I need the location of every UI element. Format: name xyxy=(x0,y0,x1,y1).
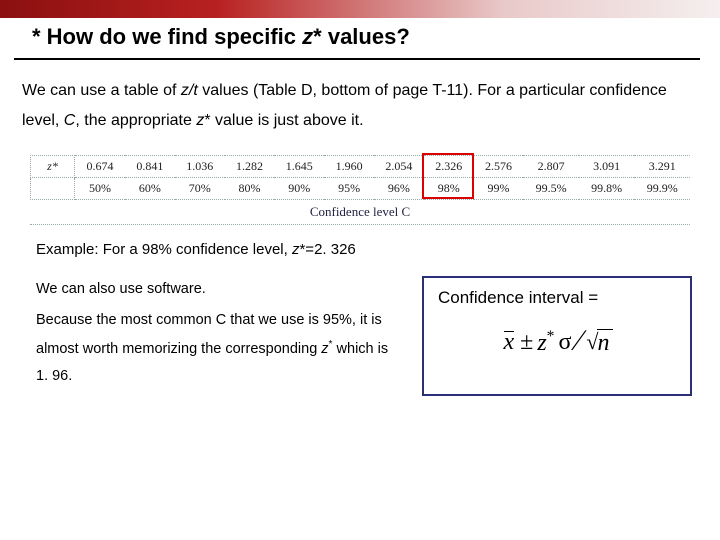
z-cell-highlighted: 2.326 xyxy=(424,155,474,177)
z-cell: 3.291 xyxy=(634,155,690,177)
z-cell: 0.674 xyxy=(75,155,126,177)
c-row: 50% 60% 70% 80% 90% 95% 96% 98% 99% 99.5… xyxy=(31,177,691,199)
z-row: z* 0.674 0.841 1.036 1.282 1.645 1.960 2… xyxy=(31,155,691,177)
intro-zt: z/t xyxy=(181,82,198,99)
c-cell: 99.8% xyxy=(579,177,635,199)
heading-prefix: * How do we find specific xyxy=(32,24,302,49)
c-cell: 80% xyxy=(225,177,275,199)
memorize-line: Because the most common C that we use is… xyxy=(36,307,402,390)
c-cell: 50% xyxy=(75,177,126,199)
ci-label: Confidence interval = xyxy=(438,288,676,308)
x-bar: x xyxy=(502,329,517,356)
c-cell: 99.5% xyxy=(523,177,579,199)
c-cell: 60% xyxy=(125,177,175,199)
mem-a: Because the most common C that we use is… xyxy=(36,312,382,356)
heading-z: z xyxy=(302,24,313,49)
z-cell: 2.054 xyxy=(374,155,424,177)
c-cell: 95% xyxy=(324,177,374,199)
formula-z: z* xyxy=(537,328,554,357)
c-row-label xyxy=(31,177,75,199)
example-t2: *=2. 326 xyxy=(299,241,355,258)
bottom-row: We can also use software. Because the mo… xyxy=(36,276,692,396)
z-cell: 2.576 xyxy=(474,155,524,177)
heading-suffix: * values? xyxy=(313,24,410,49)
example-line: Example: For a 98% confidence level, z*=… xyxy=(36,241,720,258)
z-cell: 1.036 xyxy=(175,155,225,177)
z-row-label: z* xyxy=(31,155,75,177)
c-cell: 96% xyxy=(374,177,424,199)
z-cell: 1.960 xyxy=(324,155,374,177)
slide-heading: * How do we find specific z* values? xyxy=(14,18,700,60)
c-cell: 70% xyxy=(175,177,225,199)
intro-C: C xyxy=(64,112,76,129)
formula-n: n xyxy=(597,329,613,357)
z-table-wrap: z* 0.674 0.841 1.036 1.282 1.645 1.960 2… xyxy=(30,155,690,225)
c-cell: 99.9% xyxy=(634,177,690,199)
intro-t1: We can use a table of xyxy=(22,82,181,99)
table-caption: Confidence level C xyxy=(30,204,690,225)
z-cell: 1.282 xyxy=(225,155,275,177)
plus-minus: ± xyxy=(520,329,533,356)
slash-icon: ∕ xyxy=(575,324,582,358)
formula-z-letter: z xyxy=(537,330,546,356)
left-text-block: We can also use software. Because the mo… xyxy=(36,276,402,395)
c-cell-highlighted: 98% xyxy=(424,177,474,199)
c-cell: 90% xyxy=(274,177,324,199)
z-cell: 1.645 xyxy=(274,155,324,177)
intro-t3: , the appropriate xyxy=(75,112,196,129)
z-cell: 0.841 xyxy=(125,155,175,177)
software-line: We can also use software. xyxy=(36,276,402,304)
ci-formula: x ± z* σ ∕ √ n xyxy=(438,320,676,360)
example-t1: Example: For a 98% confidence level, xyxy=(36,241,292,258)
formula-sigma: σ xyxy=(558,329,571,356)
sqrt-n: √ n xyxy=(586,329,612,357)
z-cell: 3.091 xyxy=(579,155,635,177)
formula-z-star: * xyxy=(547,328,555,345)
title-gradient-bar xyxy=(0,0,720,18)
z-cell: 2.807 xyxy=(523,155,579,177)
z-table: z* 0.674 0.841 1.036 1.282 1.645 1.960 2… xyxy=(30,155,690,200)
intro-t4: * value is just above it. xyxy=(204,112,363,129)
c-cell: 99% xyxy=(474,177,524,199)
intro-paragraph: We can use a table of z/t values (Table … xyxy=(0,60,720,137)
mem-z: z xyxy=(321,341,328,357)
formula-box: Confidence interval = x ± z* σ ∕ √ n xyxy=(422,276,692,396)
